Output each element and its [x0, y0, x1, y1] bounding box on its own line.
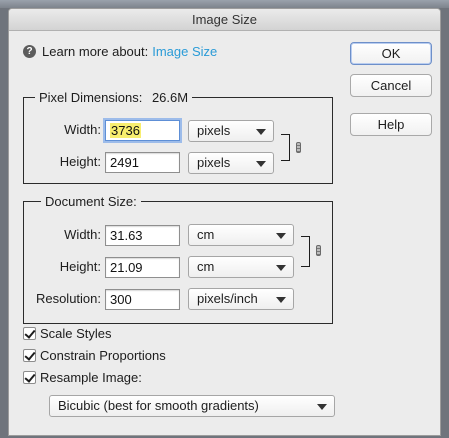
image-size-dialog: Image Size ? Learn more about: Image Siz…: [8, 8, 441, 436]
pixel-dimensions-legend: Pixel Dimensions: 26.6M: [35, 90, 193, 105]
scale-styles-option[interactable]: Scale Styles: [23, 325, 112, 341]
pixel-height-value: 2491: [110, 155, 139, 170]
constrain-proportions-checkbox[interactable]: [23, 348, 36, 362]
resolution-unit: pixels/inch: [197, 291, 258, 306]
doc-height-unit-select[interactable]: cm: [188, 256, 294, 278]
dropdown-arrow-icon: [256, 161, 266, 167]
doc-height-value: 21.09: [110, 260, 143, 275]
constrain-proportions-label: Constrain Proportions: [40, 347, 166, 363]
dropdown-arrow-icon: [276, 233, 286, 239]
doc-width-unit-select[interactable]: cm: [188, 224, 294, 246]
pixel-width-unit-select[interactable]: pixels: [188, 120, 274, 142]
resample-image-option[interactable]: Resample Image:: [23, 369, 142, 385]
pixel-width-unit: pixels: [197, 123, 231, 138]
scale-styles-label: Scale Styles: [40, 325, 112, 341]
resolution-unit-select[interactable]: pixels/inch: [188, 288, 294, 310]
dropdown-arrow-icon: [256, 129, 266, 135]
pixel-height-unit-select[interactable]: pixels: [188, 152, 274, 174]
pixel-constrain-bracket: [281, 134, 290, 161]
resample-method-select[interactable]: Bicubic (best for smooth gradients): [49, 395, 335, 417]
help-prefix: Learn more about:: [42, 43, 149, 59]
pixel-height-unit: pixels: [197, 155, 231, 170]
help-line: ? Learn more about: Image Size: [23, 42, 217, 60]
help-icon: ?: [23, 44, 36, 58]
resample-method: Bicubic (best for smooth gradients): [58, 398, 259, 413]
doc-constrain-bracket: [301, 236, 310, 267]
desktop-background: [0, 0, 449, 8]
doc-width-value: 31.63: [110, 228, 143, 243]
doc-height-input[interactable]: 21.09: [105, 257, 180, 278]
resolution-input[interactable]: 300: [105, 289, 180, 310]
resample-image-checkbox[interactable]: [23, 370, 36, 384]
doc-width-unit: cm: [197, 227, 215, 242]
pixel-height-label: Height:: [59, 154, 101, 169]
doc-width-input[interactable]: 31.63: [105, 225, 180, 246]
resolution-value: 300: [110, 292, 132, 307]
chain-link-icon: [296, 142, 301, 153]
dropdown-arrow-icon: [276, 265, 286, 271]
pixel-width-value: 3736: [110, 123, 141, 138]
dropdown-arrow-icon: [317, 404, 327, 410]
doc-height-unit: cm: [197, 259, 215, 274]
cancel-button[interactable]: Cancel: [350, 74, 432, 97]
ok-button[interactable]: OK: [350, 42, 432, 65]
dialog-title: Image Size: [9, 9, 440, 31]
help-button[interactable]: Help: [350, 113, 432, 136]
pixel-width-label: Width:: [64, 122, 101, 137]
pixel-height-input[interactable]: 2491: [105, 152, 180, 173]
constrain-proportions-option[interactable]: Constrain Proportions: [23, 347, 166, 363]
resolution-label: Resolution:: [35, 291, 101, 306]
scale-styles-checkbox[interactable]: [23, 326, 36, 340]
doc-height-label: Height:: [59, 259, 101, 274]
pixel-dimensions-title: Pixel Dimensions:: [39, 90, 143, 105]
chain-link-icon: [316, 245, 321, 256]
pixel-width-input[interactable]: 3736: [105, 120, 180, 141]
doc-width-label: Width:: [64, 227, 101, 242]
pixel-dimensions-size: 26.6M: [151, 90, 189, 105]
help-link[interactable]: Image Size: [152, 44, 217, 59]
document-size-legend: Document Size:: [41, 195, 141, 209]
dropdown-arrow-icon: [276, 297, 286, 303]
resample-image-label: Resample Image:: [40, 369, 142, 385]
